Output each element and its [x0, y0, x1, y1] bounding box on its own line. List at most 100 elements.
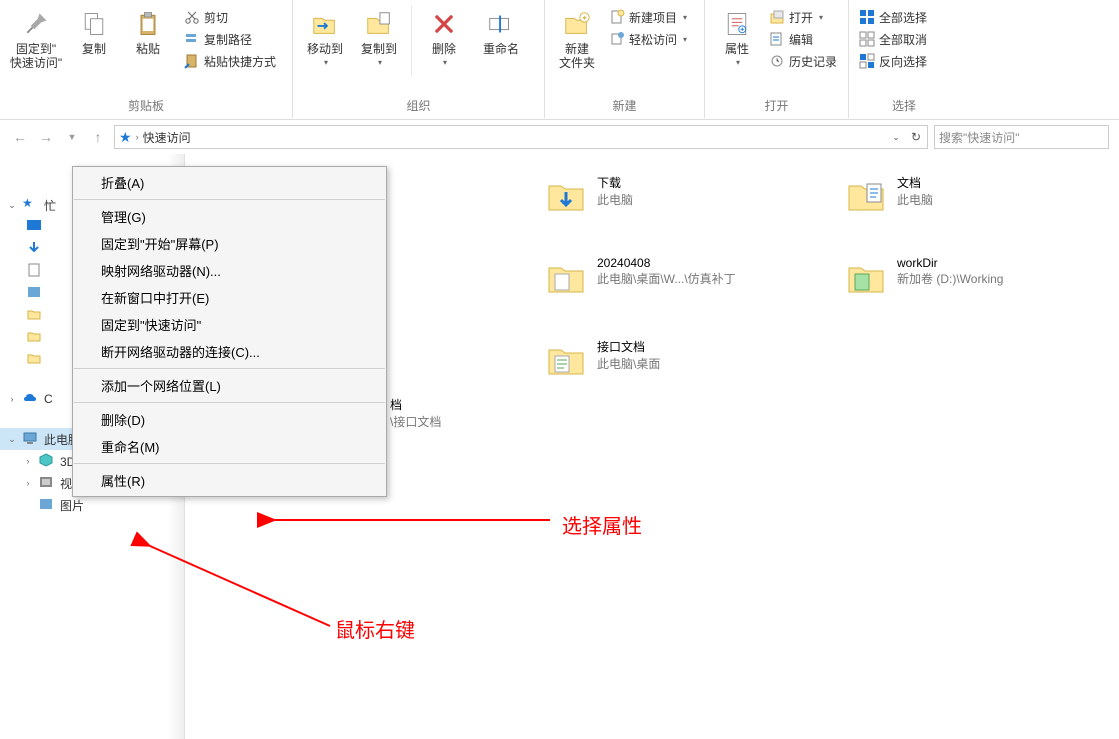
context-menu-item[interactable]: 重命名(M) — [73, 433, 386, 460]
item-name-partial: 档 — [390, 396, 441, 413]
context-menu-separator — [74, 368, 385, 369]
context-menu-item[interactable]: 固定到"快速访问" — [73, 311, 386, 338]
edit-label: 编辑 — [789, 31, 813, 48]
rename-icon — [485, 8, 517, 40]
context-menu-item[interactable]: 折叠(A) — [73, 169, 386, 196]
select-none-button[interactable]: 全部取消 — [855, 28, 931, 50]
ribbon-group-organize: 移动到 ▾ 复制到 ▾ 删除 ▾ — [293, 0, 545, 118]
expand-icon[interactable]: ⌄ — [6, 434, 18, 445]
expand-icon[interactable]: › — [6, 394, 18, 404]
ribbon-group-select: 全部选择 全部取消 反向选择 选择 — [849, 0, 959, 118]
pin-to-quickaccess-button[interactable]: 固定到" 快速访问" — [6, 4, 66, 84]
context-menu-item[interactable]: 在新窗口中打开(E) — [73, 284, 386, 311]
properties-button[interactable]: 属性 ▾ — [711, 4, 763, 84]
folder-icon — [26, 350, 44, 368]
expand-icon[interactable]: ⌄ — [6, 200, 18, 211]
list-item[interactable]: 20240408此电脑\桌面\W...\仿真补丁 — [545, 256, 785, 298]
chevron-down-icon: ▾ — [683, 35, 687, 44]
copy-to-button[interactable]: 复制到 ▾ — [353, 4, 405, 84]
back-button[interactable]: ← — [10, 127, 30, 147]
desktop-icon — [26, 218, 44, 236]
item-path: 此电脑\桌面\W...\仿真补丁 — [597, 270, 736, 287]
new-folder-button[interactable]: ✦ 新建 文件夹 — [551, 4, 603, 84]
new-item-button[interactable]: 新建项目 ▾ — [605, 6, 691, 28]
group-title-new: 新建 — [551, 97, 698, 118]
copy-to-label: 复制到 — [361, 42, 397, 56]
easy-access-label: 轻松访问 — [629, 31, 677, 48]
list-item[interactable]: workDir新加卷 (D:)\Working — [845, 256, 1085, 298]
delete-button[interactable]: 删除 ▾ — [418, 4, 470, 84]
rename-label: 重命名 — [483, 42, 519, 56]
context-menu-item[interactable]: 断开网络驱动器的连接(C)... — [73, 338, 386, 365]
item-path: 此电脑 — [897, 191, 933, 208]
context-menu-item[interactable]: 固定到"开始"屏幕(P) — [73, 230, 386, 257]
address-dropdown-button[interactable]: ⌄ — [887, 128, 905, 146]
group-title-select: 选择 — [855, 97, 953, 118]
context-menu-separator — [74, 463, 385, 464]
copy-icon — [78, 8, 110, 40]
invert-selection-button[interactable]: 反向选择 — [855, 50, 931, 72]
documents-folder-icon — [845, 174, 887, 216]
annotation-select-property: 选择属性 — [562, 510, 642, 539]
new-folder-icon: ✦ — [561, 8, 593, 40]
ribbon-group-clipboard: 固定到" 快速访问" 复制 粘贴 剪切 — [0, 0, 293, 118]
copy-path-label: 复制路径 — [204, 31, 252, 48]
context-menu-item[interactable]: 添加一个网络位置(L) — [73, 372, 386, 399]
context-menu-item[interactable]: 删除(D) — [73, 406, 386, 433]
star-icon: ★ — [22, 196, 40, 214]
paste-button[interactable]: 粘贴 — [122, 4, 174, 84]
open-button[interactable]: 打开 ▾ — [765, 6, 841, 28]
new-item-icon — [609, 9, 625, 25]
move-to-button[interactable]: 移动到 ▾ — [299, 4, 351, 84]
context-menu-item[interactable]: 属性(R) — [73, 467, 386, 494]
video-icon — [38, 474, 56, 492]
folder-icon — [545, 338, 587, 380]
recent-locations-button[interactable]: ▼ — [62, 127, 82, 147]
context-menu: 折叠(A) 管理(G)固定到"开始"屏幕(P)映射网络驱动器(N)...在新窗口中… — [72, 166, 387, 497]
search-input[interactable]: 搜索"快速访问" — [934, 125, 1109, 149]
copy-to-icon — [363, 8, 395, 40]
paste-shortcut-button[interactable]: 粘贴快捷方式 — [180, 50, 280, 72]
new-folder-label: 新建 文件夹 — [559, 42, 595, 71]
svg-text:✦: ✦ — [581, 13, 588, 22]
select-all-button[interactable]: 全部选择 — [855, 6, 931, 28]
new-item-label: 新建项目 — [629, 9, 677, 26]
list-item[interactable]: 接口文档此电脑\桌面 — [545, 338, 785, 380]
forward-button[interactable]: → — [36, 127, 56, 147]
open-icon — [769, 9, 785, 25]
cloud-icon — [22, 390, 40, 408]
copy-button[interactable]: 复制 — [68, 4, 120, 84]
list-item[interactable]: 下载此电脑 — [545, 174, 785, 216]
copy-path-button[interactable]: 复制路径 — [180, 28, 280, 50]
quick-access-icon: ★ — [119, 129, 132, 146]
context-menu-separator — [74, 199, 385, 200]
rename-button[interactable]: 重命名 — [472, 4, 530, 84]
cut-icon — [184, 9, 200, 25]
expand-icon[interactable]: › — [22, 478, 34, 488]
context-menu-separator — [74, 402, 385, 403]
cut-button[interactable]: 剪切 — [180, 6, 280, 28]
context-menu-item[interactable]: 管理(G) — [73, 203, 386, 230]
tree-item-truncated[interactable] — [0, 516, 184, 538]
download-icon — [26, 240, 44, 258]
group-title-organize: 组织 — [299, 97, 538, 118]
context-menu-item[interactable]: 映射网络驱动器(N)... — [73, 257, 386, 284]
folder-icon — [545, 256, 587, 298]
invert-selection-icon — [859, 53, 875, 69]
tree-pictures[interactable]: 图片 — [0, 494, 184, 516]
chevron-right-icon: › — [136, 132, 139, 142]
select-all-label: 全部选择 — [879, 9, 927, 26]
cut-label: 剪切 — [204, 9, 228, 26]
edit-button[interactable]: 编辑 — [765, 28, 841, 50]
easy-access-button[interactable]: 轻松访问 ▾ — [605, 28, 691, 50]
expand-icon[interactable]: › — [22, 456, 34, 466]
list-item[interactable]: 文档此电脑 — [845, 174, 1085, 216]
edit-icon — [769, 31, 785, 47]
address-input[interactable]: ★ › 快速访问 ⌄ ↻ — [114, 125, 928, 149]
refresh-button[interactable]: ↻ — [907, 128, 925, 146]
up-button[interactable]: ↑ — [88, 127, 108, 147]
paste-icon — [132, 8, 164, 40]
paste-shortcut-label: 粘贴快捷方式 — [204, 53, 276, 70]
item-path-partial: \接口文档 — [390, 413, 441, 430]
history-button[interactable]: 历史记录 — [765, 50, 841, 72]
